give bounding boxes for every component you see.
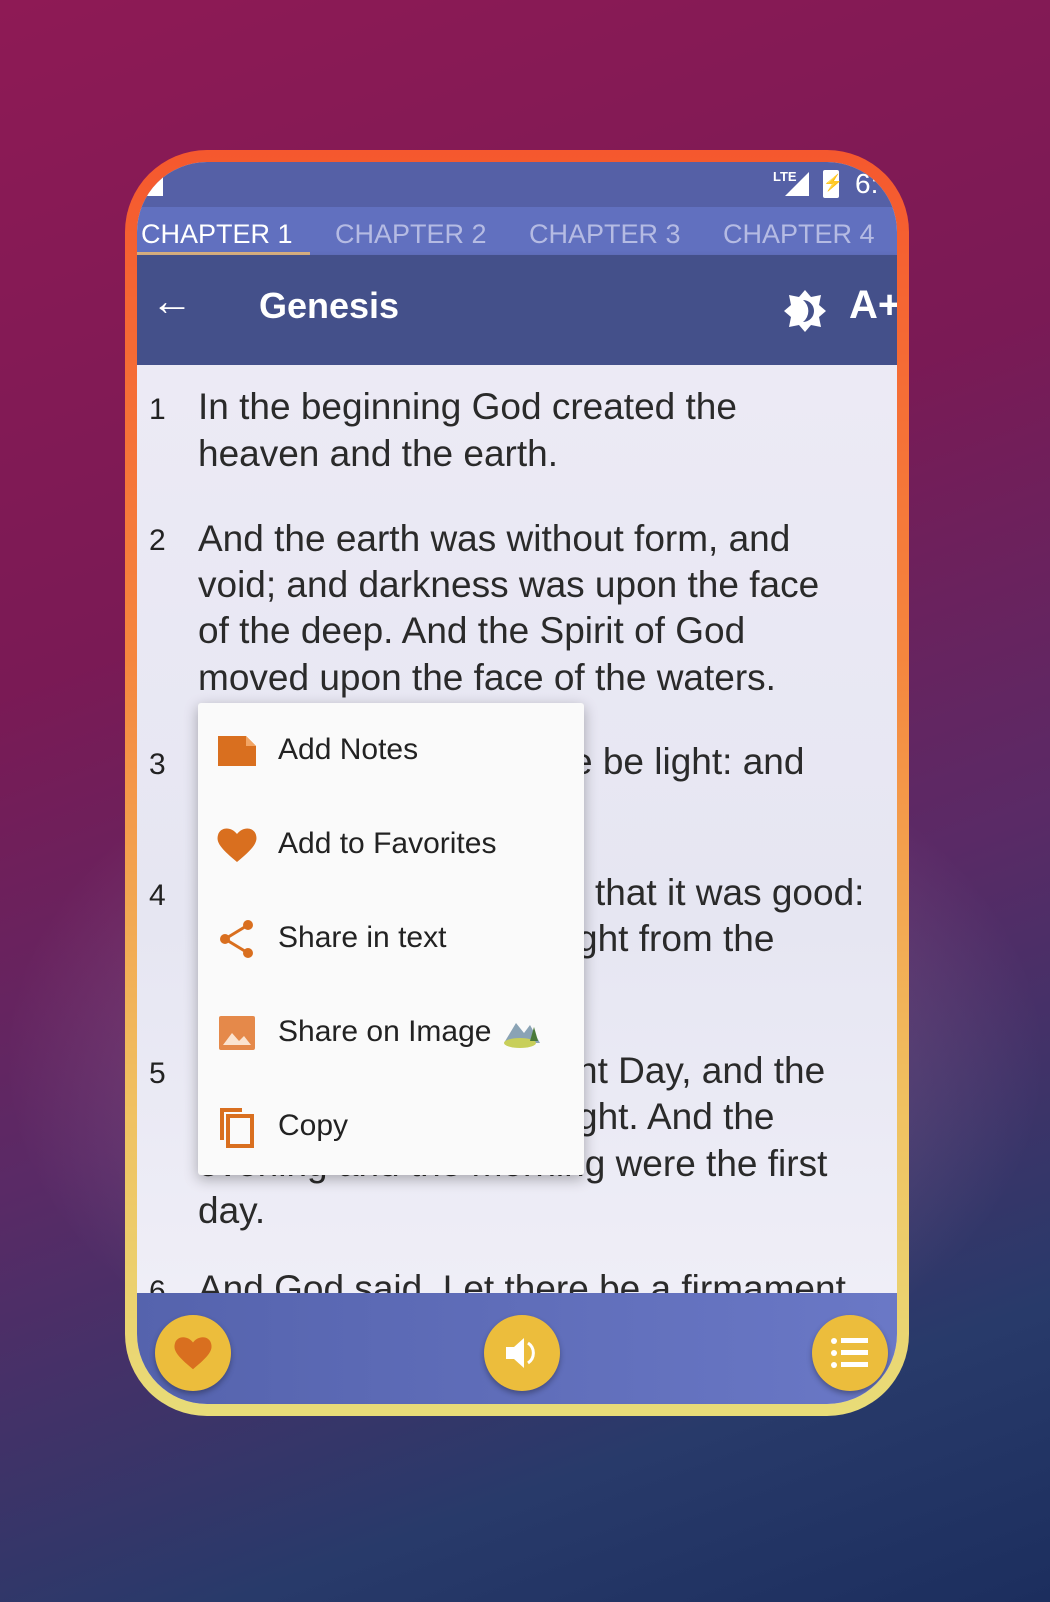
share-icon: [220, 920, 253, 958]
phone-frame: LTE ⚡ 6: CHAPTER 1 CHAPTER 2 CHAPTER 3 C…: [125, 150, 909, 1416]
tab-chapter-4[interactable]: CHAPTER 4: [723, 219, 875, 250]
verse-number: 6: [149, 1275, 166, 1293]
menu-item-label: Add to Favorites: [278, 827, 497, 860]
verse-number: 4: [149, 879, 166, 912]
landscape-emoji-icon: [504, 1023, 540, 1048]
copy-icon: [220, 1108, 254, 1148]
verse-line[interactable]: of the deep. And the Spirit of God: [198, 608, 745, 654]
tab-chapter-3[interactable]: CHAPTER 3: [529, 219, 681, 250]
verse-line[interactable]: day.: [198, 1188, 265, 1234]
verse-line[interactable]: moved upon the face of the waters.: [198, 655, 776, 701]
bottom-bar: [137, 1293, 897, 1404]
heart-icon: [174, 1337, 212, 1370]
notification-icon: [145, 174, 163, 196]
verse-line[interactable]: void; and darkness was upon the face: [198, 562, 819, 608]
verse-number: 1: [149, 393, 166, 426]
menu-item-add-notes[interactable]: Add Notes: [198, 703, 584, 797]
verse-line[interactable]: ght from the: [577, 916, 774, 962]
tab-chapter-1[interactable]: CHAPTER 1: [141, 219, 293, 250]
verse-context-menu: Add Notes Add to Favorites Share in text…: [198, 703, 584, 1175]
font-size-button[interactable]: A+: [849, 283, 897, 328]
chapter-tabs: CHAPTER 1 CHAPTER 2 CHAPTER 3 CHAPTER 4: [137, 207, 897, 255]
verse-line[interactable]: heaven and the earth.: [198, 431, 558, 477]
toolbar: ← Genesis A+: [137, 255, 897, 365]
verse-number: 3: [149, 748, 166, 781]
heart-icon: [217, 828, 257, 862]
verse-line[interactable]: In the beginning God created the: [198, 384, 737, 430]
image-icon: [219, 1016, 255, 1050]
verse-line[interactable]: e be light: and: [572, 739, 804, 785]
menu-item-label: Share in text: [278, 921, 447, 954]
network-label: LTE: [773, 169, 797, 184]
menu-item-share-in-text[interactable]: Share in text: [198, 891, 584, 985]
arrow-left-icon[interactable]: ←: [151, 277, 193, 325]
status-bar: LTE ⚡ 6:: [137, 162, 897, 208]
menu-item-add-to-favorites[interactable]: Add to Favorites: [198, 797, 584, 891]
chapter-list-button[interactable]: [812, 1315, 888, 1391]
verse-line[interactable]: ght. And the: [577, 1094, 775, 1140]
speaker-icon: [506, 1338, 535, 1368]
verse-number: 2: [149, 524, 166, 557]
menu-item-label: Copy: [278, 1109, 349, 1142]
menu-item-label: Add Notes: [278, 733, 419, 766]
verse-number: 5: [149, 1057, 166, 1090]
list-icon: [831, 1338, 868, 1368]
favorite-button[interactable]: [155, 1315, 231, 1391]
page-title: Genesis: [259, 285, 400, 326]
battery-charging-icon: ⚡: [823, 170, 843, 198]
menu-item-copy[interactable]: Copy: [198, 1079, 584, 1173]
verse-line[interactable]: nt Day, and the: [577, 1048, 825, 1094]
verse-line[interactable]: that it was good:: [595, 870, 864, 916]
brightness-icon[interactable]: [783, 289, 827, 333]
verse-list: 1 In the beginning God created the heave…: [137, 365, 897, 1293]
audio-button[interactable]: [484, 1315, 560, 1391]
verse-line[interactable]: And God said, Let there be a firmament: [198, 1266, 846, 1293]
clock: 6:: [855, 168, 879, 199]
menu-item-share-on-image[interactable]: Share on Image: [198, 985, 584, 1079]
phone-screen: LTE ⚡ 6: CHAPTER 1 CHAPTER 2 CHAPTER 3 C…: [137, 162, 897, 1404]
verse-line[interactable]: And the earth was without form, and: [198, 516, 790, 562]
menu-item-label: Share on Image: [278, 1015, 492, 1048]
note-icon: [218, 736, 256, 766]
tab-chapter-2[interactable]: CHAPTER 2: [335, 219, 487, 250]
